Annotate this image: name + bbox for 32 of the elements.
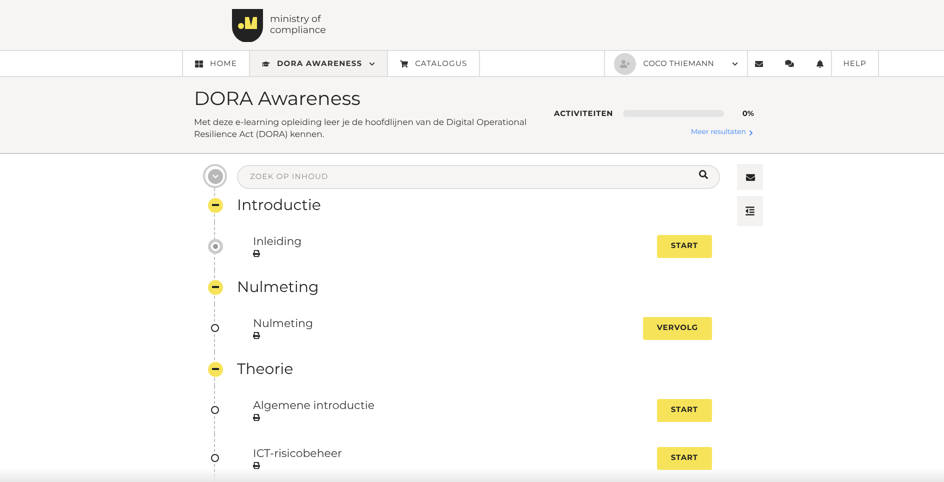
section-title: Nulmeting xyxy=(237,276,319,298)
mail-icon xyxy=(746,172,754,182)
search-icon[interactable] xyxy=(699,170,708,180)
chat-icon[interactable] xyxy=(785,59,794,68)
collapse-icon[interactable] xyxy=(208,362,222,376)
course-title: DORA Awareness xyxy=(194,87,362,111)
logo-icon xyxy=(232,8,263,42)
cart-icon xyxy=(400,60,408,68)
print-icon[interactable] xyxy=(253,414,260,421)
item-title[interactable]: Algemene introductie xyxy=(253,399,375,412)
print-icon[interactable] xyxy=(253,332,260,339)
outline-toggle-button[interactable] xyxy=(737,196,763,226)
collapse-icon[interactable] xyxy=(208,280,222,294)
collapse-icon[interactable] xyxy=(208,198,222,212)
logo-text: ministry of compliance xyxy=(270,14,326,36)
section-title: Introductie xyxy=(237,194,321,216)
section-title: Theorie xyxy=(237,358,294,380)
mail-button[interactable] xyxy=(737,164,763,190)
mail-icon[interactable] xyxy=(755,60,764,68)
course-description: Met deze e-learning opleiding leer je de hoofdlijnen van de Digital Operational Resilience Act (DORA) kennen. xyxy=(194,117,528,141)
print-icon[interactable] xyxy=(253,250,260,257)
caret-icon xyxy=(732,60,738,66)
graduation-cap-icon xyxy=(262,60,270,68)
bell-icon[interactable] xyxy=(816,60,824,68)
item-title[interactable]: Nulmeting xyxy=(253,317,314,330)
avatar-icon xyxy=(614,52,636,74)
chevron-right-icon xyxy=(748,130,754,136)
item-title[interactable]: ICT-risicobeheer xyxy=(253,447,342,460)
grid-icon xyxy=(195,60,203,68)
outdent-icon xyxy=(745,206,755,216)
item-title[interactable]: Inleiding xyxy=(253,235,302,248)
print-icon[interactable] xyxy=(253,462,260,469)
